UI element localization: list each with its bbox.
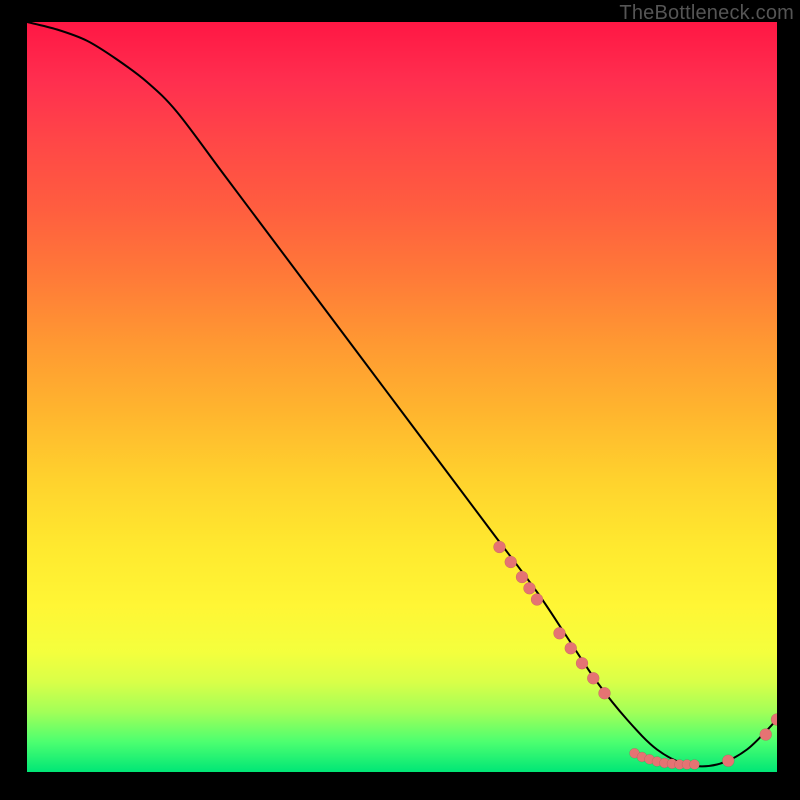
data-point bbox=[554, 627, 566, 639]
watermark-text: TheBottleneck.com bbox=[619, 2, 794, 25]
curve-line bbox=[27, 22, 777, 766]
data-point bbox=[576, 657, 588, 669]
data-point bbox=[516, 571, 528, 583]
data-point bbox=[587, 672, 599, 684]
data-point bbox=[690, 760, 700, 770]
data-point bbox=[599, 687, 611, 699]
data-point bbox=[722, 755, 734, 767]
chart-frame: TheBottleneck.com bbox=[0, 0, 800, 800]
data-point bbox=[524, 582, 536, 594]
chart-overlay bbox=[27, 22, 777, 772]
data-point bbox=[505, 556, 517, 568]
plot-area bbox=[27, 22, 777, 772]
data-point bbox=[494, 541, 506, 553]
data-point bbox=[760, 729, 772, 741]
data-point bbox=[531, 594, 543, 606]
data-point bbox=[565, 642, 577, 654]
